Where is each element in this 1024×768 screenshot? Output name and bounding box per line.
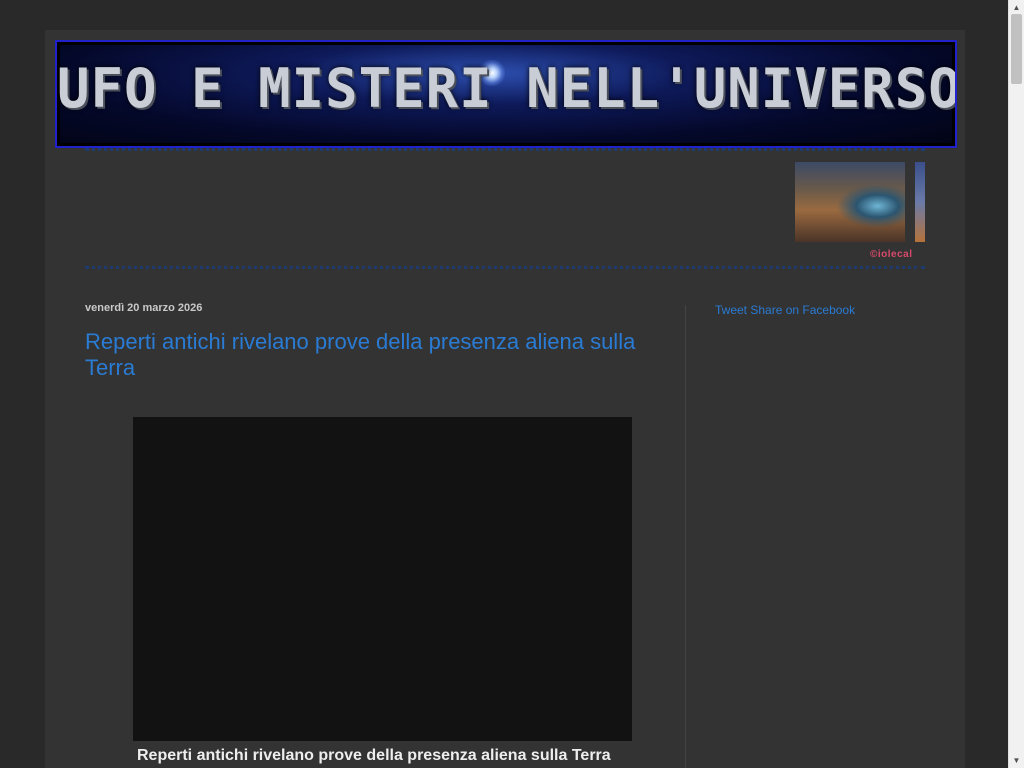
- scrollbar-thumb[interactable]: [1011, 14, 1022, 84]
- slideshow-image-next[interactable]: [915, 162, 925, 242]
- scroll-up-arrow-icon[interactable]: ▲: [1012, 3, 1021, 12]
- header-divider-bottom: [85, 266, 925, 269]
- scroll-down-arrow-icon[interactable]: ▼: [1012, 756, 1021, 765]
- post-caption: Reperti antichi rivelano prove della pre…: [137, 747, 611, 764]
- image-watermark: ©iolecal: [870, 249, 913, 260]
- page-container: UFO E MISTERI NELL'UNIVERSO ©iolecal ven…: [45, 30, 965, 768]
- video-player[interactable]: [133, 417, 632, 741]
- header-banner[interactable]: UFO E MISTERI NELL'UNIVERSO: [55, 40, 957, 148]
- post-date: venerdì 20 marzo 2026: [85, 302, 203, 314]
- post-title-link[interactable]: Reperti antichi rivelano prove della pre…: [85, 329, 655, 381]
- sidebar-divider: [685, 305, 686, 768]
- share-links: Tweet Share on Facebook: [715, 303, 855, 317]
- header-divider-top: [85, 148, 925, 151]
- slideshow-image[interactable]: [795, 162, 905, 242]
- blog-title: UFO E MISTERI NELL'UNIVERSO: [57, 57, 957, 120]
- vertical-scrollbar[interactable]: ▲ ▼: [1008, 0, 1024, 768]
- share-facebook-link[interactable]: Share on Facebook: [750, 303, 855, 317]
- tweet-link[interactable]: Tweet: [715, 303, 747, 317]
